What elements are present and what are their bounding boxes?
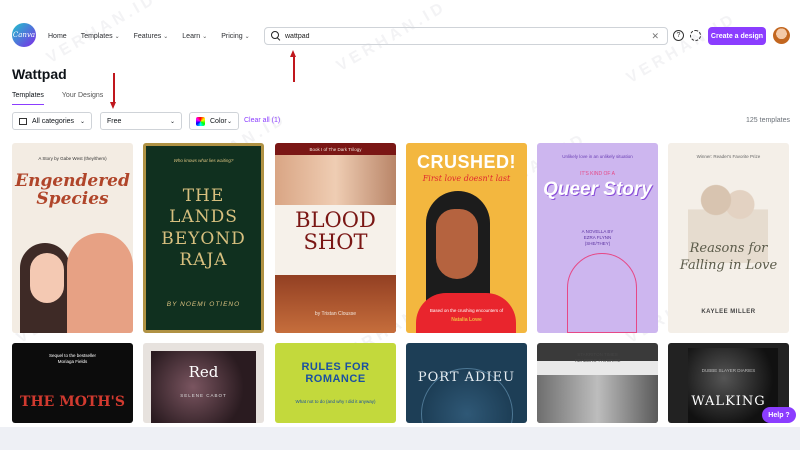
template-card[interactable]: RULES FOR ROMANCE What not to do (and wh… bbox=[275, 343, 396, 423]
card-tagline-2: READERS' FAVORITE bbox=[574, 357, 621, 363]
template-card[interactable]: Sequel to the bestseller Moriaga Fields … bbox=[12, 343, 133, 423]
card-author: SELENE CABOT bbox=[180, 393, 227, 398]
illustration bbox=[567, 253, 637, 333]
nav-learn[interactable]: Learn ⌄ bbox=[182, 33, 207, 40]
card-tagline: Book I of The Dark Trilogy bbox=[309, 147, 362, 152]
page-title: Wattpad bbox=[12, 66, 67, 82]
card-tagline-block: STARRITON TIMES READERS' FAVORITE bbox=[537, 352, 658, 364]
card-pronoun: (SHE/THEY) bbox=[584, 240, 611, 246]
card-author: Natalia Lowe bbox=[451, 317, 482, 323]
annotation-arrow bbox=[110, 73, 116, 109]
nav-features[interactable]: Features ⌄ bbox=[134, 33, 169, 40]
tabs: Templates Your Designs bbox=[12, 92, 103, 105]
card-subtitle: First love doesn't last bbox=[422, 174, 511, 183]
card-title: PORT ADIEU bbox=[417, 370, 516, 385]
card-title: THE LANDS BEYOND RAJA bbox=[161, 186, 246, 270]
chevron-down-icon: ⌄ bbox=[226, 118, 232, 125]
nav-features-label: Features bbox=[133, 32, 162, 40]
card-tagline-2: Moriaga Fields bbox=[57, 358, 88, 364]
card-title: Red bbox=[188, 363, 219, 381]
color-label: Color bbox=[210, 117, 227, 125]
help-button[interactable]: Help ? bbox=[762, 407, 796, 423]
cover-photo bbox=[151, 351, 256, 423]
illustration bbox=[436, 209, 478, 279]
card-author: KAYLEE MILLER bbox=[701, 309, 756, 315]
nav-learn-label: Learn bbox=[182, 32, 201, 40]
template-card[interactable]: STARRITON TIMES READERS' FAVORITE bbox=[537, 343, 658, 423]
template-card[interactable]: PORT ADIEU bbox=[406, 343, 527, 423]
search-input[interactable] bbox=[285, 32, 652, 40]
chevron-down-icon: ⌄ bbox=[163, 33, 169, 40]
top-bar: Canva Home Templates ⌄ Features ⌄ Learn ⌄ P… bbox=[0, 18, 800, 56]
card-kicker: IT'S KIND OF A bbox=[580, 171, 615, 177]
card-tagline: A Story by Gabe West (they/them) bbox=[38, 156, 107, 161]
illustration bbox=[416, 293, 516, 333]
avatar[interactable] bbox=[773, 27, 790, 44]
nav-pricing[interactable]: Pricing ⌄ bbox=[221, 33, 249, 40]
template-card[interactable]: A Story by Gabe West (they/them) Engende… bbox=[12, 143, 133, 333]
cover-photo bbox=[537, 373, 658, 423]
help-icon[interactable]: ? bbox=[673, 30, 684, 41]
filter-bar: All categories ⌄ Free ⌄ Color ⌄ Clear al… bbox=[12, 112, 790, 130]
category-value: All categories bbox=[32, 117, 75, 125]
color-dropdown[interactable]: Color ⌄ bbox=[189, 112, 239, 130]
category-dropdown[interactable]: All categories ⌄ bbox=[12, 112, 92, 130]
card-tagline: DUBBE SLAYER DIARIES bbox=[701, 368, 756, 373]
chevron-down-icon: ⌄ bbox=[79, 118, 85, 125]
illustration bbox=[30, 253, 64, 303]
bottom-bar bbox=[0, 427, 800, 450]
card-tagline: Winner: Reader's Favorite Prize bbox=[696, 154, 761, 159]
card-title: CRUSHED! bbox=[416, 152, 516, 172]
nav-pricing-label: Pricing bbox=[221, 32, 243, 40]
panel-icon bbox=[19, 117, 27, 125]
template-card[interactable]: Unlikely love in an unlikely situation I… bbox=[537, 143, 658, 333]
price-dropdown[interactable]: Free ⌄ bbox=[100, 112, 182, 130]
price-value: Free bbox=[107, 117, 122, 125]
main-nav: Home Templates ⌄ Features ⌄ Learn ⌄ Pricing… bbox=[48, 18, 264, 54]
annotation-arrow bbox=[290, 50, 296, 82]
chevron-down-icon: ⌄ bbox=[114, 33, 120, 40]
card-tagline: Based on the crushing encounters of bbox=[429, 308, 504, 313]
chevron-down-icon: ⌄ bbox=[244, 33, 250, 40]
template-card[interactable]: CRUSHED! First love doesn't last Based o… bbox=[406, 143, 527, 333]
illustration bbox=[67, 233, 133, 333]
gear-icon[interactable] bbox=[690, 30, 701, 41]
template-count: 125 templates bbox=[746, 117, 790, 124]
search-icon bbox=[271, 31, 281, 41]
tab-your-designs[interactable]: Your Designs bbox=[62, 92, 103, 105]
chevron-down-icon: ⌄ bbox=[202, 33, 208, 40]
card-tagline: Who knows what lies waiting? bbox=[173, 158, 234, 163]
card-author-block: A NOVELLA BY EZRA FLYNN (SHE/THEY) bbox=[537, 229, 658, 247]
nav-templates[interactable]: Templates ⌄ bbox=[81, 33, 120, 40]
card-author: BY NOEMI OTIENO bbox=[166, 301, 241, 308]
card-title: Reasons for Falling in Love bbox=[679, 241, 778, 273]
tab-templates[interactable]: Templates bbox=[12, 92, 44, 105]
card-title: THE MOTH'S bbox=[20, 394, 125, 410]
card-author: by Tristan Clousse bbox=[314, 311, 357, 317]
color-palette-icon bbox=[196, 116, 205, 126]
template-card[interactable]: Red SELENE CABOT bbox=[143, 343, 264, 423]
nav-home[interactable]: Home bbox=[48, 33, 67, 40]
chevron-down-icon: ⌄ bbox=[169, 118, 175, 125]
search-bar[interactable]: ✕ bbox=[264, 27, 668, 45]
clear-all-link[interactable]: Clear all (1) bbox=[244, 117, 280, 124]
card-title: RULES FOR ROMANCE bbox=[301, 361, 370, 385]
card-title: Queer Story bbox=[543, 179, 652, 200]
clear-search-icon[interactable]: ✕ bbox=[651, 31, 659, 42]
nav-templates-label: Templates bbox=[80, 32, 113, 40]
card-subtitle: What not to do (and why I did it anyway) bbox=[295, 399, 376, 404]
card-title: Engendered Species bbox=[15, 171, 130, 209]
create-design-button[interactable]: Create a design bbox=[708, 27, 766, 45]
template-card[interactable]: Book I of The Dark Trilogy BLOOD SHOT by… bbox=[275, 143, 396, 333]
template-card[interactable]: Winner: Reader's Favorite Prize Reasons … bbox=[668, 143, 789, 333]
card-tagline-block: Sequel to the bestseller Moriaga Fields bbox=[12, 353, 133, 365]
card-tagline: Unlikely love in an unlikely situation bbox=[562, 154, 633, 159]
cover-photo bbox=[275, 271, 396, 333]
canva-logo[interactable]: Canva bbox=[12, 23, 36, 47]
card-title: BLOOD SHOT bbox=[295, 208, 376, 255]
template-card[interactable]: Who knows what lies waiting? THE LANDS B… bbox=[143, 143, 264, 333]
nav-home-label: Home bbox=[48, 32, 67, 40]
